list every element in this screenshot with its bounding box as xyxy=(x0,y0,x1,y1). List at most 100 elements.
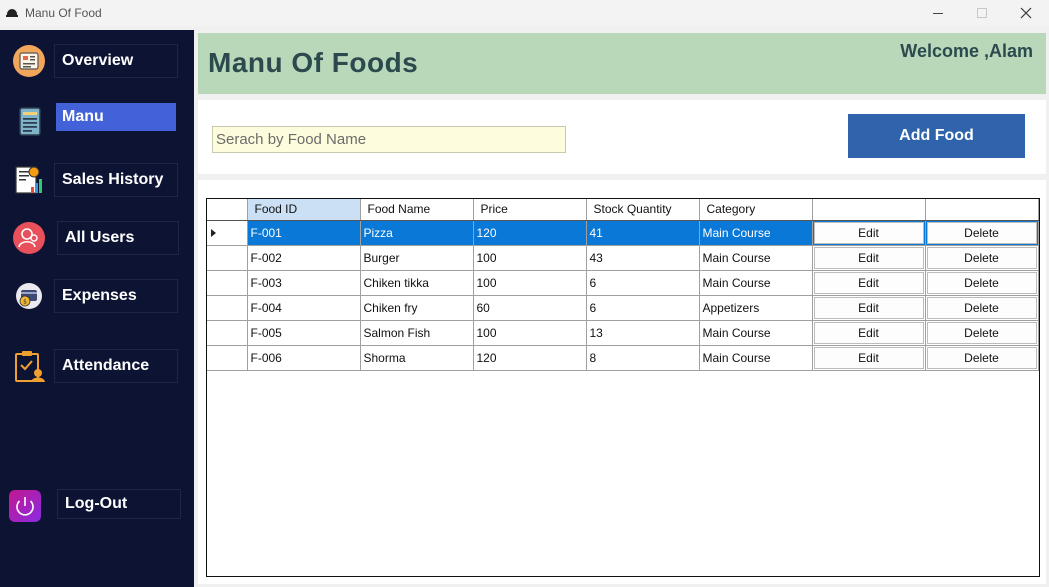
sidebar-item-overview[interactable]: Overview xyxy=(0,40,194,80)
column-header-stock-quantity[interactable]: Stock Quantity xyxy=(585,199,700,221)
cell-price[interactable]: 100 xyxy=(472,244,587,271)
close-button[interactable] xyxy=(1003,0,1049,26)
cell-price[interactable]: 120 xyxy=(472,219,587,246)
row-selector[interactable] xyxy=(207,344,248,371)
cell-delete: Delete xyxy=(924,294,1039,321)
cell-food-id[interactable]: F-005 xyxy=(246,319,361,346)
cell-category[interactable]: Main Course xyxy=(698,344,813,371)
edit-button[interactable]: Edit xyxy=(813,271,924,294)
edit-button[interactable]: Edit xyxy=(813,296,924,319)
delete-button[interactable]: Delete xyxy=(926,271,1037,294)
cell-food-name[interactable]: Burger xyxy=(359,244,474,271)
column-header-price[interactable]: Price xyxy=(472,199,587,221)
menu-card-icon xyxy=(19,107,41,136)
cell-stock[interactable]: 13 xyxy=(585,319,700,346)
table-row[interactable]: F-003 Chiken tikka 100 6 Main Course Edi… xyxy=(207,269,1039,296)
table-panel: Food ID Food Name Price Stock Quantity C… xyxy=(198,180,1046,584)
cell-stock[interactable]: 8 xyxy=(585,344,700,371)
cell-food-name[interactable]: Shorma xyxy=(359,344,474,371)
sidebar: Overview Manu Sales History All Users $ … xyxy=(0,30,194,587)
sidebar-item-attendance[interactable]: Attendance xyxy=(0,345,194,385)
sidebar-item-label: Overview xyxy=(54,44,178,78)
cell-price[interactable]: 100 xyxy=(472,269,587,296)
edit-button[interactable]: Edit xyxy=(813,321,924,344)
cell-food-id[interactable]: F-006 xyxy=(246,344,361,371)
edit-button[interactable]: Edit xyxy=(813,246,924,269)
sidebar-item-label: Attendance xyxy=(54,349,178,383)
column-header-category[interactable]: Category xyxy=(698,199,813,221)
cell-edit: Edit xyxy=(811,294,926,321)
sidebar-item-log-out[interactable]: Log-Out xyxy=(0,485,194,525)
app-icon xyxy=(6,7,18,19)
cell-edit: Edit xyxy=(811,319,926,346)
cell-delete: Delete xyxy=(924,244,1039,271)
minimize-icon xyxy=(933,12,943,14)
cell-food-name[interactable]: Salmon Fish xyxy=(359,319,474,346)
sidebar-item-label: Log-Out xyxy=(57,489,181,519)
cell-food-id[interactable]: F-003 xyxy=(246,269,361,296)
sidebar-item-expenses[interactable]: $ Expenses xyxy=(0,275,194,315)
cell-stock[interactable]: 41 xyxy=(585,219,700,246)
page-title: Manu Of Foods xyxy=(208,47,419,78)
cell-stock[interactable]: 6 xyxy=(585,269,700,296)
table-row[interactable]: F-004 Chiken fry 60 6 Appetizers Edit De… xyxy=(207,294,1039,321)
row-selector[interactable] xyxy=(207,244,248,271)
sidebar-item-label: All Users xyxy=(57,221,179,255)
cell-category[interactable]: Main Course xyxy=(698,319,813,346)
maximize-button[interactable] xyxy=(959,0,1005,26)
row-pointer-icon xyxy=(211,228,216,237)
app-window: Manu Of Food Overview Manu Sales History… xyxy=(0,0,1049,587)
cell-category[interactable]: Main Course xyxy=(698,219,813,246)
row-selector[interactable] xyxy=(207,219,248,246)
row-selector[interactable] xyxy=(207,269,248,296)
cell-delete: Delete xyxy=(924,219,1039,246)
edit-button[interactable]: Edit xyxy=(813,221,924,244)
sidebar-item-all-users[interactable]: All Users xyxy=(0,217,194,257)
cell-food-id[interactable]: F-001 xyxy=(246,219,361,246)
edit-button[interactable]: Edit xyxy=(813,346,924,369)
svg-text:$: $ xyxy=(23,299,27,306)
table-row[interactable]: F-005 Salmon Fish 100 13 Main Course Edi… xyxy=(207,319,1039,346)
food-table: Food ID Food Name Price Stock Quantity C… xyxy=(207,199,1039,371)
expenses-icon: $ xyxy=(16,283,42,309)
delete-button[interactable]: Delete xyxy=(926,246,1037,269)
sidebar-item-sales-history[interactable]: Sales History xyxy=(0,159,194,199)
sidebar-item-manu[interactable]: Manu xyxy=(0,100,194,140)
cell-stock[interactable]: 6 xyxy=(585,294,700,321)
column-header-food-name[interactable]: Food Name xyxy=(359,199,474,221)
cell-edit: Edit xyxy=(811,219,926,246)
table-row[interactable]: F-006 Shorma 120 8 Main Course Edit Dele… xyxy=(207,344,1039,371)
toolbar-panel: Add Food xyxy=(198,100,1046,174)
cell-food-name[interactable]: Pizza xyxy=(359,219,474,246)
cell-category[interactable]: Main Course xyxy=(698,269,813,296)
delete-button[interactable]: Delete xyxy=(926,321,1037,344)
add-food-button[interactable]: Add Food xyxy=(848,114,1025,158)
cell-price[interactable]: 120 xyxy=(472,344,587,371)
cell-price[interactable]: 60 xyxy=(472,294,587,321)
cell-food-id[interactable]: F-002 xyxy=(246,244,361,271)
cell-food-name[interactable]: Chiken tikka xyxy=(359,269,474,296)
row-selector[interactable] xyxy=(207,294,248,321)
delete-button[interactable]: Delete xyxy=(926,346,1037,369)
row-selector[interactable] xyxy=(207,319,248,346)
cell-stock[interactable]: 43 xyxy=(585,244,700,271)
cell-food-name[interactable]: Chiken fry xyxy=(359,294,474,321)
column-header-edit xyxy=(811,199,926,221)
table-row[interactable]: F-002 Burger 100 43 Main Course Edit Del… xyxy=(207,244,1039,271)
overview-icon xyxy=(13,45,45,77)
table-header-row: Food ID Food Name Price Stock Quantity C… xyxy=(207,199,1039,221)
search-input[interactable] xyxy=(212,126,566,153)
cell-price[interactable]: 100 xyxy=(472,319,587,346)
delete-button[interactable]: Delete xyxy=(926,221,1037,244)
title-bar: Manu Of Food xyxy=(0,0,1049,26)
minimize-button[interactable] xyxy=(915,0,961,26)
table-row[interactable]: F-001 Pizza 120 41 Main Course Edit Dele… xyxy=(207,219,1039,246)
cell-category[interactable]: Appetizers xyxy=(698,294,813,321)
users-icon xyxy=(13,222,45,254)
cell-food-id[interactable]: F-004 xyxy=(246,294,361,321)
welcome-text: Welcome ,Alam xyxy=(900,41,1033,61)
column-header-food-id[interactable]: Food ID xyxy=(246,199,361,221)
cell-category[interactable]: Main Course xyxy=(698,244,813,271)
delete-button[interactable]: Delete xyxy=(926,296,1037,319)
food-data-grid[interactable]: Food ID Food Name Price Stock Quantity C… xyxy=(206,198,1040,577)
